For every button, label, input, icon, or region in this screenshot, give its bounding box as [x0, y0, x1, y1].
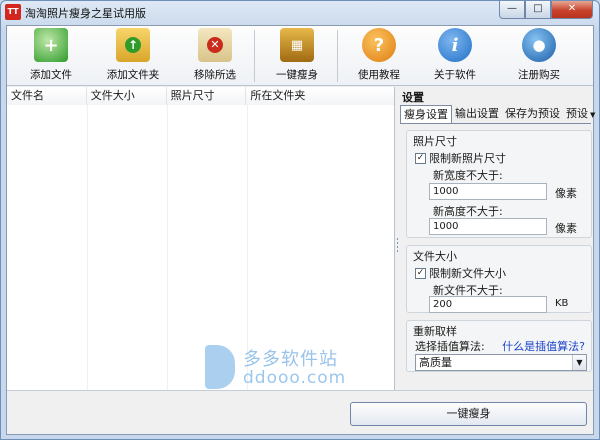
slim-icon: ▦: [280, 28, 314, 62]
algorithm-selected-value: 高质量: [419, 356, 452, 369]
file-size-input[interactable]: 200: [429, 296, 547, 313]
file-size-unit: KB: [555, 298, 569, 309]
width-label: 新宽度不大于:: [433, 169, 503, 182]
algorithm-select[interactable]: 高质量 ▼: [415, 354, 587, 371]
checkbox-check-icon: ✓: [415, 267, 426, 279]
toolbar: + 添加文件 ↑ 添加文件夹 ✕ 移除所选 ▦ 一键瘦身 ? 使用教程 i 关于…: [7, 26, 593, 86]
tab-slim-settings[interactable]: 瘦身设置: [400, 105, 452, 123]
add-file-button[interactable]: + 添加文件: [21, 28, 81, 84]
column-divider: [167, 105, 168, 390]
add-folder-label: 添加文件夹: [106, 69, 160, 81]
maximize-button[interactable]: □: [525, 1, 551, 19]
settings-tabs: 瘦身设置 输出设置 保存为预设 预设 ▼: [400, 105, 598, 123]
limit-photo-size-label: 限制新照片尺寸: [429, 152, 506, 165]
column-header-photosize[interactable]: 照片尺寸: [166, 87, 247, 105]
algorithm-help-link[interactable]: 什么是插值算法?: [502, 338, 585, 354]
file-size-title: 文件大小: [413, 250, 457, 263]
resample-group: 重新取样 选择插值算法: 什么是插值算法? 高质量 ▼: [406, 320, 592, 372]
column-header-filesize[interactable]: 文件大小: [86, 87, 167, 105]
chevron-down-icon: ▼: [572, 355, 586, 370]
limit-photo-size-checkbox[interactable]: ✓ 限制新照片尺寸: [415, 150, 506, 166]
toolbar-separator: [254, 30, 255, 82]
photo-size-group: 照片尺寸 ✓ 限制新照片尺寸 新宽度不大于: 1000 像素 新高度不大于: 1…: [406, 130, 592, 238]
info-icon: i: [438, 28, 472, 62]
about-label: 关于软件: [434, 69, 476, 81]
tutorial-label: 使用教程: [358, 69, 400, 81]
tab-output-settings[interactable]: 输出设置: [452, 105, 502, 123]
bottom-bar: 一键瘦身: [7, 390, 593, 434]
client-area: + 添加文件 ↑ 添加文件夹 ✕ 移除所选 ▦ 一键瘦身 ? 使用教程 i 关于…: [6, 25, 595, 435]
resample-title: 重新取样: [413, 325, 457, 338]
add-file-label: 添加文件: [30, 69, 72, 81]
add-file-icon: +: [34, 28, 68, 62]
chevron-down-icon: ▼: [590, 111, 596, 119]
register-label: 注册购买: [518, 69, 560, 81]
tab-content: 照片尺寸 ✓ 限制新照片尺寸 新宽度不大于: 1000 像素 新高度不大于: 1…: [400, 123, 592, 390]
window-controls: — □ ✕: [499, 1, 593, 19]
column-divider: [247, 105, 248, 390]
tab-presets[interactable]: 预设 ▼: [563, 105, 598, 123]
remove-icon: ✕: [198, 28, 232, 62]
app-window: TT 淘淘照片瘦身之星试用版 — □ ✕ + 添加文件 ↑ 添加文件夹 ✕ 移除…: [0, 0, 600, 440]
one-click-slim-main-button[interactable]: 一键瘦身: [350, 402, 587, 426]
column-divider: [87, 105, 88, 390]
tab-save-preset[interactable]: 保存为预设: [502, 105, 563, 123]
toolbar-separator: [337, 30, 338, 82]
algorithm-label: 选择插值算法:: [415, 340, 485, 353]
remove-selected-button[interactable]: ✕ 移除所选: [183, 28, 247, 84]
remove-selected-label: 移除所选: [194, 69, 236, 81]
globe-icon: ●: [522, 28, 556, 62]
tab-presets-label: 预设: [566, 107, 588, 120]
window-title: 淘淘照片瘦身之星试用版: [25, 7, 146, 20]
column-header-folder[interactable]: 所在文件夹: [246, 87, 394, 105]
add-folder-button[interactable]: ↑ 添加文件夹: [97, 28, 169, 84]
photo-size-title: 照片尺寸: [413, 135, 457, 148]
width-input[interactable]: 1000: [429, 183, 547, 200]
height-label: 新高度不大于:: [433, 205, 503, 218]
file-list-header: 文件名 文件大小 照片尺寸 所在文件夹: [7, 87, 394, 105]
height-input[interactable]: 1000: [429, 218, 547, 235]
settings-title: 设置: [402, 91, 424, 104]
title-bar: TT 淘淘照片瘦身之星试用版 — □ ✕: [1, 1, 599, 23]
one-click-slim-label: 一键瘦身: [276, 69, 318, 81]
help-icon: ?: [362, 28, 396, 62]
limit-file-size-label: 限制新文件大小: [429, 267, 506, 280]
height-unit: 像素: [555, 222, 577, 235]
limit-file-size-checkbox[interactable]: ✓ 限制新文件大小: [415, 265, 506, 281]
register-button[interactable]: ● 注册购买: [507, 28, 571, 84]
checkbox-check-icon: ✓: [415, 152, 426, 164]
file-list[interactable]: 文件名 文件大小 照片尺寸 所在文件夹: [7, 87, 395, 390]
column-header-filename[interactable]: 文件名: [7, 87, 87, 105]
settings-panel: 设置 瘦身设置 输出设置 保存为预设 预设 ▼ 照片尺寸 ✓ 限制新照片尺寸 新宽…: [398, 87, 595, 390]
minimize-button[interactable]: —: [499, 1, 525, 19]
file-size-group: 文件大小 ✓ 限制新文件大小 新文件不大于: 200 KB: [406, 245, 592, 313]
width-unit: 像素: [555, 187, 577, 200]
add-folder-icon: ↑: [116, 28, 150, 62]
about-button[interactable]: i 关于软件: [425, 28, 485, 84]
close-button[interactable]: ✕: [551, 1, 593, 19]
tutorial-button[interactable]: ? 使用教程: [349, 28, 409, 84]
app-logo-icon: TT: [5, 4, 21, 20]
one-click-slim-button[interactable]: ▦ 一键瘦身: [265, 28, 329, 84]
